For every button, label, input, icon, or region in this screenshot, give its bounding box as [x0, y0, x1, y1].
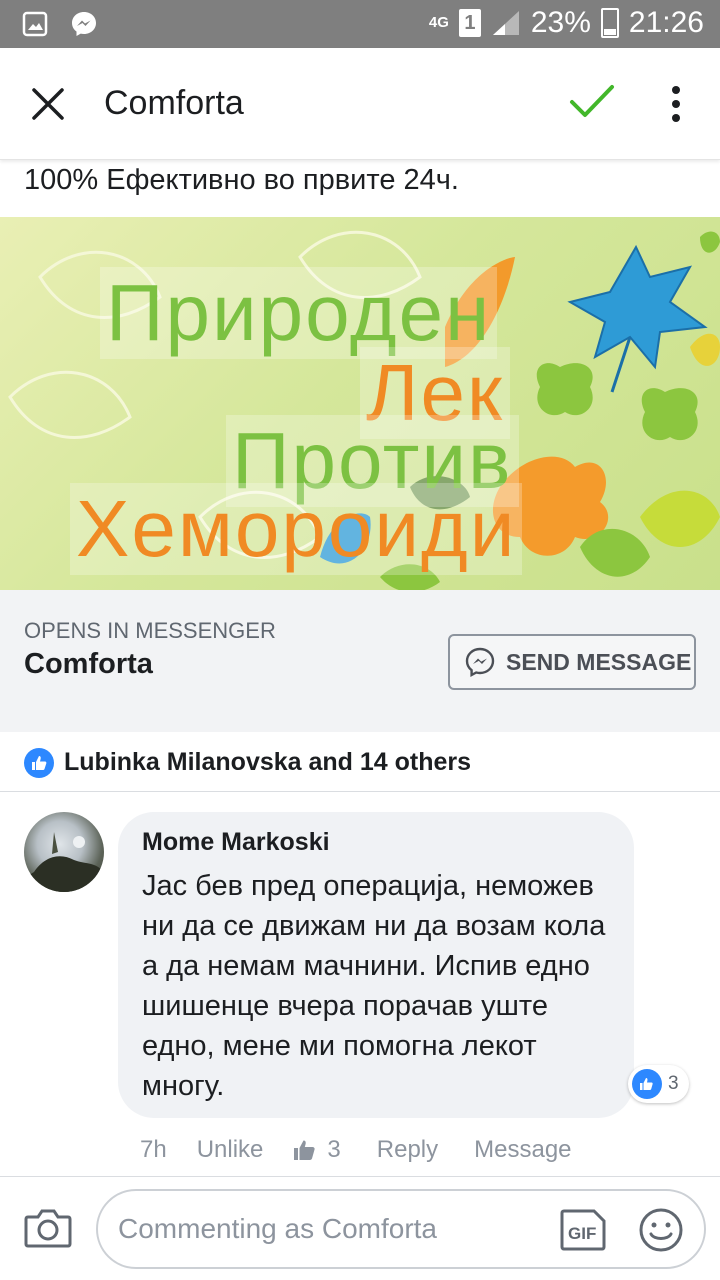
like-count[interactable]: 3	[293, 1136, 341, 1164]
gallery-notification-icon	[22, 11, 48, 37]
battery-icon	[600, 8, 619, 38]
messenger-notification-icon	[72, 12, 96, 36]
comment-field[interactable]: GIF	[96, 1189, 706, 1269]
ad-banner-image[interactable]: Природен Лек Против Хемороиди	[0, 217, 720, 590]
gif-icon[interactable]: GIF	[560, 1209, 606, 1251]
banner-line-4: Хемороиди	[70, 483, 523, 575]
send-message-button[interactable]: SEND MESSAGE	[448, 634, 696, 690]
reactions-summary[interactable]: Lubinka Milanovska and 14 others	[0, 732, 720, 792]
post-text: 100% Ефективно во првите 24ч.	[24, 164, 459, 196]
cta-page-name: Comforta	[24, 648, 153, 680]
like-count-value: 3	[327, 1136, 341, 1163]
unlike-button[interactable]: Unlike	[197, 1136, 264, 1164]
page-title: Comforta	[104, 84, 244, 122]
comment-reaction-count[interactable]: 3	[628, 1065, 689, 1103]
messenger-icon	[465, 647, 495, 678]
comment-composer: GIF	[0, 1176, 720, 1280]
send-message-label: SEND MESSAGE	[506, 648, 692, 675]
like-reaction-icon	[24, 748, 54, 778]
comment-time: 7h	[140, 1136, 167, 1163]
gif-label: GIF	[568, 1224, 596, 1243]
comment-bubble[interactable]: Mome Markoski Јас бев пред операција, не…	[118, 812, 634, 1118]
messenger-cta: OPENS IN MESSENGER Comforta SEND MESSAGE	[0, 590, 720, 732]
banner-line-1: Природен	[100, 267, 498, 359]
network-type-indicator: 4G	[428, 14, 449, 31]
message-button[interactable]: Message	[474, 1136, 571, 1164]
comment-text: Јас бев пред операција, неможев ни да се…	[142, 870, 606, 1102]
comment-author[interactable]: Mome Markoski	[142, 828, 330, 857]
battery-percent: 23%	[530, 6, 591, 39]
like-reaction-icon	[632, 1069, 662, 1099]
comment-actions: 7h Unlike 3 Reply Message	[140, 1136, 602, 1164]
more-options-icon[interactable]	[664, 84, 688, 124]
likes-text: Lubinka Milanovska and 14 others	[64, 748, 472, 776]
signal-icon	[492, 11, 519, 35]
clock: 21:26	[628, 6, 704, 39]
reaction-count: 3	[668, 1073, 679, 1094]
status-bar: 4G 1 23% 21:26	[0, 0, 720, 48]
sim-indicator: 1	[458, 9, 481, 37]
close-icon[interactable]	[30, 86, 66, 122]
cta-caption: OPENS IN MESSENGER	[24, 618, 276, 643]
reply-button[interactable]: Reply	[377, 1136, 438, 1164]
avatar[interactable]	[24, 812, 104, 892]
smiley-icon[interactable]	[638, 1207, 684, 1253]
composer-header: Comforta	[0, 48, 720, 160]
camera-icon[interactable]	[24, 1207, 72, 1249]
checkmark-icon[interactable]	[568, 82, 616, 122]
comment-input[interactable]	[118, 1207, 538, 1251]
thumbs-up-icon	[294, 1140, 316, 1160]
